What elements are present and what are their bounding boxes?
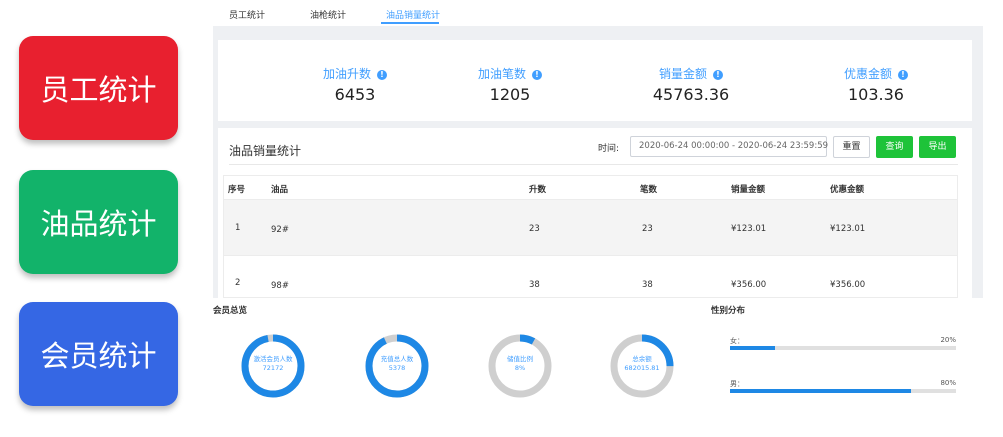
donut-value: 8% — [514, 364, 526, 372]
donut-value: 682015.81 — [624, 364, 660, 372]
gender-bar-track — [730, 346, 956, 350]
gender-percent: 80% — [940, 379, 956, 387]
query-button[interactable]: 查询 — [876, 136, 913, 158]
cell-fuel: 92# — [271, 225, 289, 235]
cell-index: 2 — [235, 278, 241, 288]
donut-recharge-members: 充值总人数 5378 — [364, 333, 430, 399]
tab-nozzle-stats[interactable]: 油枪统计 — [310, 8, 346, 21]
donut-stored-ratio: 储值比例 8% — [487, 333, 553, 399]
stat-value: 6453 — [334, 85, 376, 104]
tab-fuel-sales-stats[interactable]: 油品销量统计 — [386, 8, 440, 21]
cell-discount: ¥123.01 — [830, 224, 866, 234]
info-icon[interactable]: ! — [898, 70, 908, 80]
table-header: 序号 油品 升数 笔数 销量金额 优惠金额 — [224, 176, 957, 200]
stat-label-wrap: 加油升数! — [265, 65, 445, 82]
active-tab-indicator — [381, 22, 439, 24]
col-header-fuel: 油品 — [271, 185, 289, 195]
member-overview-title: 会员总览 — [213, 306, 248, 316]
donut-text: 储值比例 8% — [487, 355, 553, 373]
table-row[interactable]: 1 92# 23 23 ¥123.01 ¥123.01 — [224, 200, 957, 256]
info-icon[interactable]: ! — [377, 70, 387, 80]
donut-label: 储值比例 — [507, 355, 533, 363]
member-section: 会员总览 性别分布 激活会员人数 72172 充值总人数 5378 储值比例 8… — [209, 298, 992, 418]
donut-label: 总余额 — [632, 355, 652, 363]
stat-value: 45763.36 — [652, 85, 730, 104]
donut-text: 充值总人数 5378 — [364, 355, 430, 373]
stats-summary: 加油升数! 6453 加油笔数! 1205 销量金额! 45763.36 优惠金… — [218, 40, 972, 121]
gender-label: 女： — [730, 337, 744, 345]
date-range-input[interactable]: 2020-06-24 00:00:00 - 2020-06-24 23:59:5… — [630, 136, 828, 157]
donut-text: 激活会员人数 72172 — [240, 355, 306, 373]
donut-label: 充值总人数 — [380, 355, 414, 363]
cell-count: 23 — [642, 224, 653, 234]
category-button-fuel[interactable]: 油品统计 — [19, 170, 178, 274]
divider — [229, 164, 958, 165]
stat-value: 1205 — [489, 85, 531, 104]
table-row[interactable]: 2 98# 38 38 ¥356.00 ¥356.00 — [224, 256, 957, 297]
tab-bar: 员工统计 油枪统计 油品销量统计 — [210, 0, 985, 26]
col-header-liters: 升数 — [529, 185, 547, 195]
donut-value: 5378 — [388, 364, 406, 372]
cell-fuel: 98# — [271, 281, 289, 291]
col-header-index: 序号 — [228, 185, 246, 195]
gender-percent: 20% — [940, 336, 956, 344]
cell-count: 38 — [642, 280, 653, 290]
tab-staff-stats[interactable]: 员工统计 — [229, 8, 265, 21]
category-button-member[interactable]: 会员统计 — [19, 302, 178, 406]
stat-label: 销量金额 — [658, 67, 707, 81]
cell-sales: ¥356.00 — [731, 280, 767, 290]
stat-label-wrap: 销量金额! — [601, 65, 781, 82]
fuel-sales-card: 油品销量统计 时间: 2020-06-24 00:00:00 - 2020-06… — [218, 128, 972, 298]
export-button[interactable]: 导出 — [919, 136, 956, 158]
stat-value: 103.36 — [848, 85, 904, 104]
sales-table: 序号 油品 升数 笔数 销量金额 优惠金额 1 92# 23 23 ¥123.0… — [223, 175, 958, 298]
stat-label: 加油笔数 — [477, 67, 526, 81]
col-header-discount: 优惠金额 — [830, 185, 865, 195]
cell-discount: ¥356.00 — [830, 280, 866, 290]
col-header-sales: 销量金额 — [731, 185, 766, 195]
info-icon[interactable]: ! — [713, 70, 723, 80]
stat-label: 优惠金额 — [843, 67, 892, 81]
card-title: 油品销量统计 — [229, 144, 302, 158]
gender-bar-track — [730, 389, 956, 393]
category-button-staff[interactable]: 员工统计 — [19, 36, 178, 140]
cell-sales: ¥123.01 — [731, 224, 767, 234]
reset-button[interactable]: 重置 — [833, 136, 870, 158]
gender-label: 男： — [730, 380, 744, 388]
stat-label-wrap: 加油笔数! — [420, 65, 600, 82]
cell-liters: 23 — [529, 224, 540, 234]
gender-bar-fill — [730, 389, 911, 393]
cell-liters: 38 — [529, 280, 540, 290]
stat-label: 加油升数 — [322, 67, 371, 81]
donut-value: 72172 — [262, 364, 284, 372]
donut-text: 总余额 682015.81 — [609, 355, 675, 373]
time-label: 时间: — [598, 144, 620, 154]
donut-label: 激活会员人数 — [253, 355, 293, 363]
col-header-count: 笔数 — [640, 185, 658, 195]
donut-active-members: 激活会员人数 72172 — [240, 333, 306, 399]
donut-total-balance: 总余额 682015.81 — [609, 333, 675, 399]
info-icon[interactable]: ! — [532, 70, 542, 80]
stat-label-wrap: 优惠金额! — [786, 65, 966, 82]
cell-index: 1 — [235, 223, 241, 233]
gender-distribution-title: 性别分布 — [711, 306, 746, 316]
gender-bar-fill — [730, 346, 776, 350]
screenshot-root: 员工统计 油品统计 会员统计 员工统计 油枪统计 油品销量统计 加油升数! 64… — [0, 0, 1003, 437]
